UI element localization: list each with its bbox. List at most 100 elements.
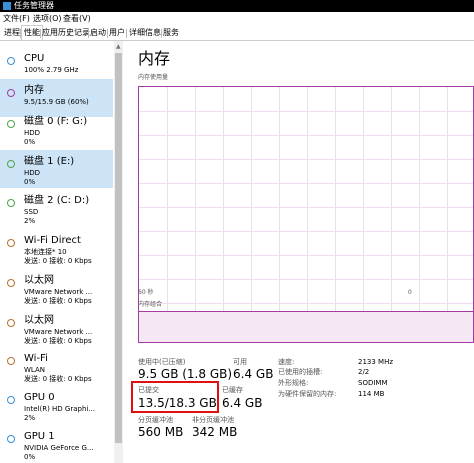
nonpaged-pool-label: 非分页缓冲池 xyxy=(192,416,234,424)
committed-highlight-box xyxy=(131,381,219,413)
scroll-up-arrow-icon[interactable]: ▲ xyxy=(116,44,121,50)
sidebar-item-gpu-1[interactable]: GPU 1 NVIDIA GeForce G... 0% xyxy=(0,425,113,463)
sidebar-item-disk-2[interactable]: 磁盘 2 (C: D:) SSD 2% xyxy=(0,189,113,227)
cpu-graph-icon xyxy=(7,57,15,65)
page-title: 内存 xyxy=(138,49,171,68)
zero-axis-label: 0 xyxy=(408,289,412,296)
gpu-graph-icon xyxy=(7,396,15,404)
sidebar-item-name: GPU 1 xyxy=(24,431,55,442)
sidebar-item-name: 以太网 xyxy=(24,315,54,326)
sidebar-item-name: Wi-Fi xyxy=(24,353,48,364)
slots-value: 2/2 xyxy=(358,368,370,376)
sidebar-item-usage: 2% xyxy=(24,217,36,225)
memory-graph-icon xyxy=(7,89,15,97)
title-bar: 任务管理器 xyxy=(0,0,474,12)
hardware-reserved-label: 为硬件保留的内存: xyxy=(278,390,337,398)
composition-label: 内存组合 xyxy=(138,301,163,308)
time-axis-label: 60 秒 xyxy=(138,289,154,296)
sidebar-item-gpu-0[interactable]: GPU 0 Intel(R) HD Graphi... 2% xyxy=(0,386,113,424)
network-graph-icon xyxy=(7,239,15,247)
tab-users[interactable]: 用户 xyxy=(107,26,127,40)
form-factor-label: 外形规格: xyxy=(278,379,309,387)
sidebar-item-name: 磁盘 1 (E:) xyxy=(24,156,75,167)
sidebar-item-usage: 发送: 0 接收: 0 Kbps xyxy=(24,297,92,305)
sidebar-item-name: 磁盘 0 (F: G:) xyxy=(24,116,88,127)
sidebar-item-detail: 9.5/15.9 GB (60%) xyxy=(24,98,89,106)
tab-services[interactable]: 服务 xyxy=(161,26,181,40)
task-manager-icon xyxy=(3,2,11,10)
menu-bar: 文件(F) 选项(O) 查看(V) xyxy=(0,12,474,26)
sidebar-item-name: Wi-Fi Direct xyxy=(24,235,81,246)
network-graph-icon xyxy=(7,279,15,287)
tab-processes[interactable]: 进程 xyxy=(2,26,22,40)
sidebar-item-detail: VMware Network ... xyxy=(24,328,93,336)
sidebar-item-name: 内存 xyxy=(24,85,44,96)
window-title: 任务管理器 xyxy=(14,1,54,10)
memory-composition-bar[interactable] xyxy=(138,311,474,343)
slots-label: 已使用的插槽: xyxy=(278,368,323,376)
sidebar-item-usage: 发送: 0 接收: 0 Kbps xyxy=(24,257,92,265)
hardware-reserved-value: 114 MB xyxy=(358,390,385,398)
tab-details[interactable]: 详细信息 xyxy=(127,26,163,40)
paged-pool-value: 560 MB xyxy=(138,425,184,439)
sidebar-item-usage: 发送: 0 接收: 0 Kbps xyxy=(24,337,92,345)
sidebar-item-disk-1[interactable]: 磁盘 1 (E:) HDD 0% xyxy=(0,150,113,188)
sidebar-item-detail: VMware Network ... xyxy=(24,288,93,296)
sidebar-scrollbar[interactable]: ▲ xyxy=(114,41,123,463)
sidebar-item-wifi-direct[interactable]: Wi-Fi Direct 本地连接* 10 发送: 0 接收: 0 Kbps xyxy=(0,229,113,267)
grid-line xyxy=(139,159,473,160)
resource-sidebar: CPU 100% 2.79 GHz 内存 9.5/15.9 GB (60%) 磁… xyxy=(0,41,113,463)
grid-line xyxy=(139,231,473,232)
speed-label: 速度: xyxy=(278,358,295,366)
in-use-label: 使用中(已压缩) xyxy=(138,358,186,366)
sidebar-item-detail: 100% 2.79 GHz xyxy=(24,66,79,74)
sidebar-item-name: GPU 0 xyxy=(24,392,55,403)
sidebar-item-detail: HDD xyxy=(24,129,41,137)
grid-line xyxy=(139,279,473,280)
disk-graph-icon xyxy=(7,160,15,168)
sidebar-item-ethernet-2[interactable]: 以太网 VMware Network ... 发送: 0 接收: 0 Kbps xyxy=(0,309,113,347)
available-label: 可用 xyxy=(233,358,247,366)
tab-bar: 进程 性能 应用历史记录 启动 用户 详细信息 服务 xyxy=(0,25,474,41)
sidebar-item-detail: SSD xyxy=(24,208,39,216)
grid-line xyxy=(139,303,473,304)
sidebar-item-ethernet-1[interactable]: 以太网 VMware Network ... 发送: 0 接收: 0 Kbps xyxy=(0,269,113,307)
sidebar-item-usage: 0% xyxy=(24,453,36,461)
usage-graph-label: 内存使用量 xyxy=(138,74,169,81)
nonpaged-pool-value: 342 MB xyxy=(192,425,238,439)
grid-line xyxy=(139,183,473,184)
disk-graph-icon xyxy=(7,120,15,128)
cached-label: 已缓存 xyxy=(222,386,243,394)
in-use-value: 9.5 GB (1.8 GB) xyxy=(138,367,233,381)
sidebar-item-name: CPU xyxy=(24,53,45,64)
scrollbar-thumb[interactable] xyxy=(115,53,122,443)
sidebar-item-name: 磁盘 2 (C: D:) xyxy=(24,195,90,206)
menu-file[interactable]: 文件(F) xyxy=(3,12,30,26)
sidebar-item-wifi[interactable]: Wi-Fi WLAN 发送: 0 接收: 0 Kbps xyxy=(0,347,113,385)
menu-view[interactable]: 查看(V) xyxy=(63,12,91,26)
available-value: 6.4 GB xyxy=(233,367,274,381)
network-graph-icon xyxy=(7,319,15,327)
sidebar-item-usage: 发送: 0 接收: 0 Kbps xyxy=(24,375,92,383)
tab-app-history[interactable]: 应用历史记录 xyxy=(40,26,92,40)
tab-startup[interactable]: 启动 xyxy=(88,26,108,40)
sidebar-item-usage: 2% xyxy=(24,414,36,422)
speed-value: 2133 MHz xyxy=(358,358,394,366)
grid-line xyxy=(139,111,473,112)
menu-options[interactable]: 选项(O) xyxy=(33,12,62,26)
cached-value: 6.4 GB xyxy=(222,396,263,410)
sidebar-item-usage: 0% xyxy=(24,138,36,146)
network-graph-icon xyxy=(7,357,15,365)
sidebar-item-detail: WLAN xyxy=(24,366,46,374)
sidebar-item-detail: 本地连接* 10 xyxy=(24,248,67,256)
disk-graph-icon xyxy=(7,199,15,207)
sidebar-item-usage: 0% xyxy=(24,178,36,186)
sidebar-item-disk-0[interactable]: 磁盘 0 (F: G:) HDD 0% xyxy=(0,110,113,148)
sidebar-item-name: 以太网 xyxy=(24,275,54,286)
paged-pool-label: 分页缓冲池 xyxy=(138,416,173,424)
grid-line xyxy=(139,207,473,208)
memory-usage-graph xyxy=(138,86,474,329)
sidebar-item-detail: Intel(R) HD Graphi... xyxy=(24,405,96,413)
gpu-graph-icon xyxy=(7,435,15,443)
sidebar-item-detail: HDD xyxy=(24,169,41,177)
